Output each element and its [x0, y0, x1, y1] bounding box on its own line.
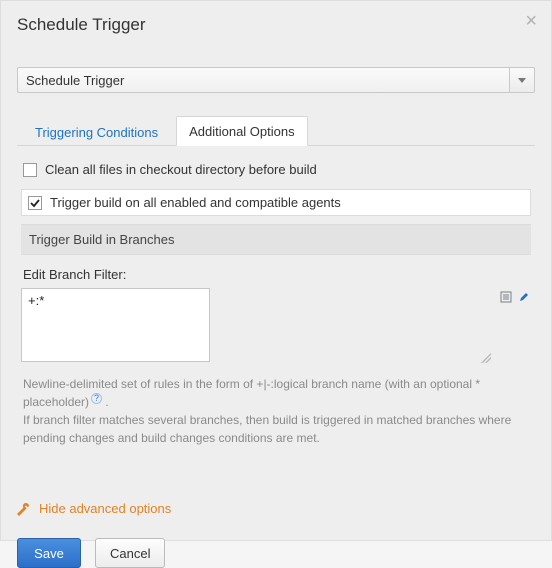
chevron-down-icon: [518, 78, 526, 83]
branch-filter-tools: [499, 288, 531, 304]
tab-bar: Triggering Conditions Additional Options: [17, 115, 535, 146]
tab-additional-options[interactable]: Additional Options: [176, 116, 308, 146]
dialog-body: Schedule Trigger Triggering Conditions A…: [1, 45, 551, 465]
clean-files-checkbox[interactable]: [23, 163, 37, 177]
dialog-title: Schedule Trigger: [17, 15, 535, 35]
save-button[interactable]: Save: [17, 538, 81, 568]
clean-files-row[interactable]: Clean all files in checkout directory be…: [21, 158, 531, 181]
dialog-header: Schedule Trigger ×: [1, 1, 551, 45]
wrench-icon: [17, 502, 31, 516]
branch-filter-row: [21, 288, 531, 365]
branch-help-text-1: Newline-delimited set of rules in the fo…: [23, 377, 480, 409]
trigger-type-select[interactable]: Schedule Trigger: [17, 67, 535, 93]
branch-filter-help: Newline-delimited set of rules in the fo…: [23, 375, 529, 447]
cancel-button[interactable]: Cancel: [95, 538, 165, 568]
hide-advanced-options-link[interactable]: Hide advanced options: [17, 501, 535, 516]
branch-filter-wrap: [21, 288, 493, 365]
clean-files-label: Clean all files in checkout directory be…: [45, 162, 317, 177]
hide-advanced-options-label: Hide advanced options: [39, 501, 171, 516]
trigger-type-dropdown-button[interactable]: [509, 67, 535, 93]
branch-help-text-2: If branch filter matches several branche…: [23, 413, 511, 445]
trigger-all-agents-checkbox[interactable]: [28, 196, 42, 210]
resize-handle-icon[interactable]: [481, 353, 491, 363]
close-icon[interactable]: ×: [525, 11, 537, 31]
additional-options-panel: Clean all files in checkout directory be…: [17, 146, 535, 453]
trigger-all-agents-label: Trigger build on all enabled and compati…: [50, 195, 341, 210]
checkmark-icon: [30, 198, 40, 208]
trigger-type-value: Schedule Trigger: [17, 67, 509, 93]
branch-filter-label: Edit Branch Filter:: [23, 267, 529, 282]
branch-filter-textarea[interactable]: [21, 288, 210, 362]
dialog-footer: Save Cancel: [1, 538, 551, 568]
branches-section-header: Trigger Build in Branches: [21, 224, 531, 255]
trigger-all-agents-row[interactable]: Trigger build on all enabled and compati…: [21, 189, 531, 216]
help-icon[interactable]: ?: [91, 393, 102, 404]
branch-help-text-1-suffix: .: [105, 395, 108, 409]
tab-triggering-conditions[interactable]: Triggering Conditions: [23, 118, 170, 146]
list-icon[interactable]: [499, 290, 513, 304]
schedule-trigger-dialog: Schedule Trigger × Schedule Trigger Trig…: [0, 0, 552, 541]
edit-icon[interactable]: [517, 290, 531, 304]
